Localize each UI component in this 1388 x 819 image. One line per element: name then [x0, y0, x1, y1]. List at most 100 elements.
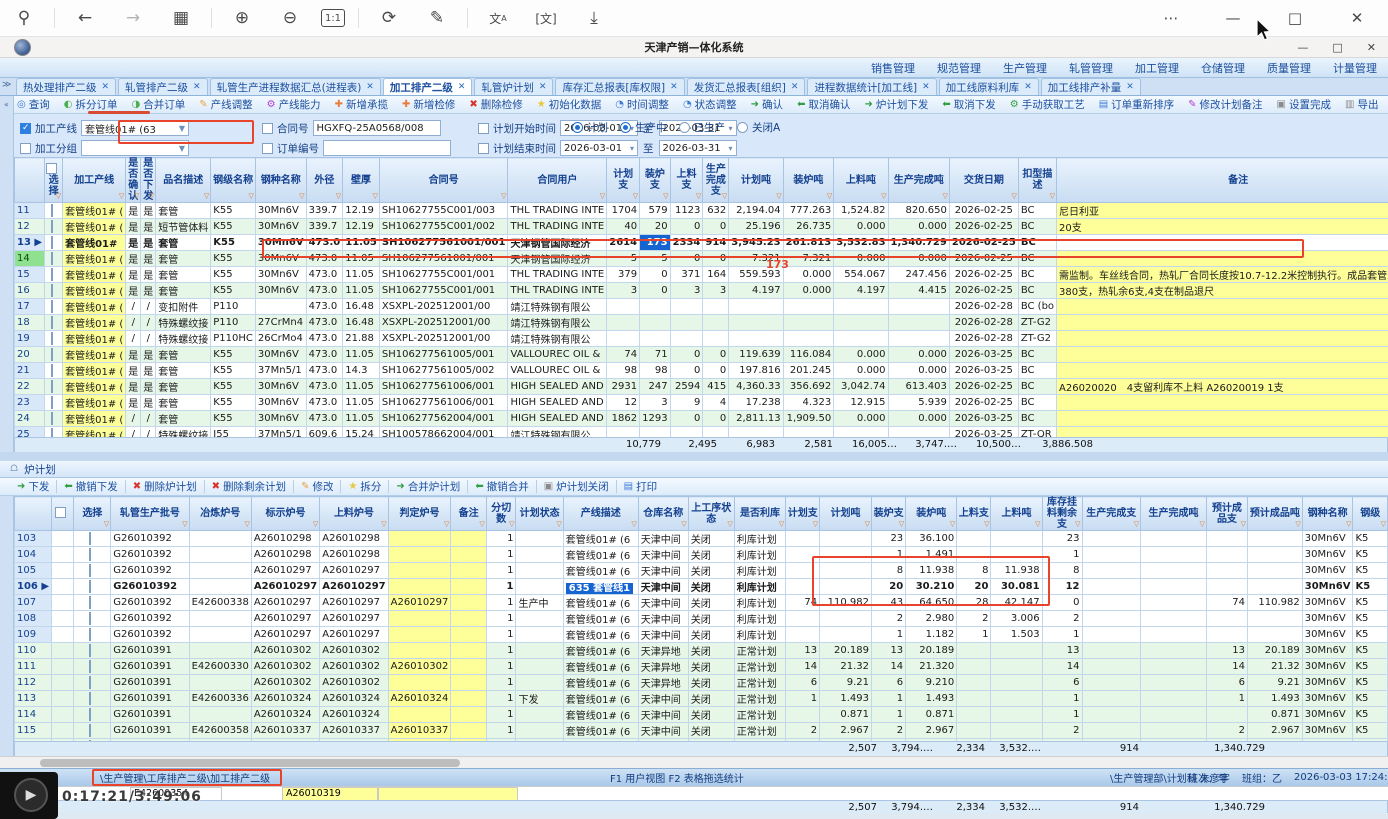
- cell[interactable]: A26010297: [320, 579, 388, 595]
- cell[interactable]: 2026-02-25: [949, 203, 1018, 219]
- row-select[interactable]: [45, 267, 63, 283]
- cell[interactable]: [1082, 691, 1141, 707]
- tab-close-icon[interactable]: ✕: [791, 82, 799, 92]
- cell[interactable]: 套管线01# (: [63, 379, 126, 395]
- cell[interactable]: 632: [703, 203, 729, 219]
- row-select[interactable]: [45, 363, 63, 379]
- cell[interactable]: 套管线01# (6: [563, 643, 638, 659]
- cell[interactable]: [516, 659, 563, 675]
- cell[interactable]: [1247, 531, 1302, 547]
- cell[interactable]: BC (bo: [1018, 299, 1056, 315]
- cell[interactable]: SH106277561006/001: [379, 395, 508, 411]
- cell[interactable]: 1: [1042, 547, 1082, 563]
- cell[interactable]: [451, 547, 486, 563]
- cell[interactable]: 套管线01# (: [63, 203, 126, 219]
- cell[interactable]: [1141, 595, 1207, 611]
- cell[interactable]: 特殊螺纹接: [156, 331, 211, 347]
- cell[interactable]: /: [141, 315, 156, 331]
- cell[interactable]: [1057, 299, 1388, 315]
- cell[interactable]: K55: [211, 235, 256, 251]
- cell[interactable]: 天津钢管国际经济: [508, 251, 607, 267]
- cell[interactable]: 靖江特殊钢有限公: [508, 427, 607, 438]
- menu-销售管理[interactable]: 销售管理: [871, 60, 915, 76]
- cell[interactable]: 3: [640, 395, 670, 411]
- cell[interactable]: 2: [872, 611, 906, 627]
- cell[interactable]: /: [141, 331, 156, 347]
- cell[interactable]: 6: [1042, 675, 1082, 691]
- cell[interactable]: [607, 315, 640, 331]
- cell[interactable]: [1247, 611, 1302, 627]
- cell[interactable]: [729, 315, 783, 331]
- cell[interactable]: [451, 643, 486, 659]
- cell[interactable]: 6: [872, 675, 906, 691]
- cell[interactable]: 9.210: [906, 675, 957, 691]
- cell[interactable]: 天津异地: [638, 659, 688, 675]
- group-filter-checkbox[interactable]: [20, 143, 31, 154]
- cell[interactable]: BC: [1018, 411, 1056, 427]
- cell[interactable]: 11.05: [343, 347, 380, 363]
- cell[interactable]: 21.88: [343, 331, 380, 347]
- cell[interactable]: [957, 531, 991, 547]
- cell[interactable]: 11.05: [343, 251, 380, 267]
- cell[interactable]: 119.639: [729, 347, 783, 363]
- cell[interactable]: [640, 299, 670, 315]
- cell[interactable]: HIGH SEALED AND: [508, 395, 607, 411]
- column-header-备注[interactable]: 备注▽: [1057, 158, 1388, 203]
- cell[interactable]: 1293: [640, 411, 670, 427]
- cell[interactable]: 1: [1042, 707, 1082, 723]
- cell[interactable]: 11.938: [906, 563, 957, 579]
- cell[interactable]: [189, 579, 251, 595]
- cell[interactable]: [451, 627, 486, 643]
- cell[interactable]: 特殊螺纹接: [156, 315, 211, 331]
- cell[interactable]: 1: [486, 547, 516, 563]
- cell[interactable]: 关闭: [688, 595, 734, 611]
- cell[interactable]: [1082, 563, 1141, 579]
- cell[interactable]: 天津中间: [638, 531, 688, 547]
- cell[interactable]: [1082, 707, 1141, 723]
- cell[interactable]: 套管线01# (: [63, 363, 126, 379]
- table-row[interactable]: 24套管线01# (//套管K5530Mn6V473.011.05SH10627…: [15, 411, 1388, 427]
- table-row[interactable]: 19套管线01# (//特殊螺纹接P110HC26CrMo4473.021.88…: [15, 331, 1388, 347]
- cell[interactable]: 1: [486, 691, 516, 707]
- column-header-生产完成吨[interactable]: 生产完成吨▽: [888, 158, 949, 203]
- column-header-上料吨[interactable]: 上料吨▽: [991, 497, 1042, 531]
- row-number[interactable]: 22: [15, 379, 45, 395]
- cell[interactable]: 套管线01# (: [63, 299, 126, 315]
- cell[interactable]: 30Mn6V: [255, 219, 306, 235]
- cell[interactable]: 30Mn6V: [255, 379, 306, 395]
- scrollbar-thumb[interactable]: [40, 759, 460, 767]
- cell[interactable]: 利库计划: [734, 627, 786, 643]
- cell[interactable]: [388, 707, 451, 723]
- cell[interactable]: 特殊螺纹接: [156, 427, 211, 438]
- cell[interactable]: 30Mn6V: [1302, 547, 1353, 563]
- cell[interactable]: [388, 643, 451, 659]
- cell[interactable]: [729, 331, 783, 347]
- cell[interactable]: 套管线01# (6: [563, 547, 638, 563]
- cell[interactable]: [516, 723, 563, 739]
- tab-库存汇总报表[库权限][interactable]: 库存汇总报表[库权限]✕: [555, 78, 684, 95]
- cell[interactable]: [388, 627, 451, 643]
- cell[interactable]: E42600330: [189, 659, 251, 675]
- row-number[interactable]: 107: [15, 595, 52, 611]
- cell[interactable]: 339.7: [306, 219, 343, 235]
- cell[interactable]: 8: [957, 563, 991, 579]
- cell[interactable]: 套管线01#: [63, 235, 126, 251]
- column-header-钢级[interactable]: 钢级▽: [1353, 497, 1388, 531]
- cell[interactable]: [640, 315, 670, 331]
- cell[interactable]: [516, 547, 563, 563]
- cell[interactable]: BC: [1018, 283, 1056, 299]
- cell[interactable]: 关闭: [688, 675, 734, 691]
- cell[interactable]: 201.245: [783, 363, 834, 379]
- toolbar-button-查询[interactable]: ◎查询: [17, 97, 50, 112]
- cell[interactable]: 套管: [156, 411, 211, 427]
- cell[interactable]: 套管: [156, 267, 211, 283]
- tab-close-icon[interactable]: ✕: [1024, 82, 1032, 92]
- rotate-icon[interactable]: ⟳: [372, 5, 406, 31]
- cell[interactable]: 1: [486, 611, 516, 627]
- row-select[interactable]: [45, 251, 63, 267]
- cell[interactable]: THL TRADING INTE: [508, 283, 607, 299]
- cell[interactable]: [820, 563, 872, 579]
- cell[interactable]: A26010298: [320, 547, 388, 563]
- maximize-icon[interactable]: □: [1278, 5, 1312, 31]
- cell[interactable]: 13: [1206, 643, 1247, 659]
